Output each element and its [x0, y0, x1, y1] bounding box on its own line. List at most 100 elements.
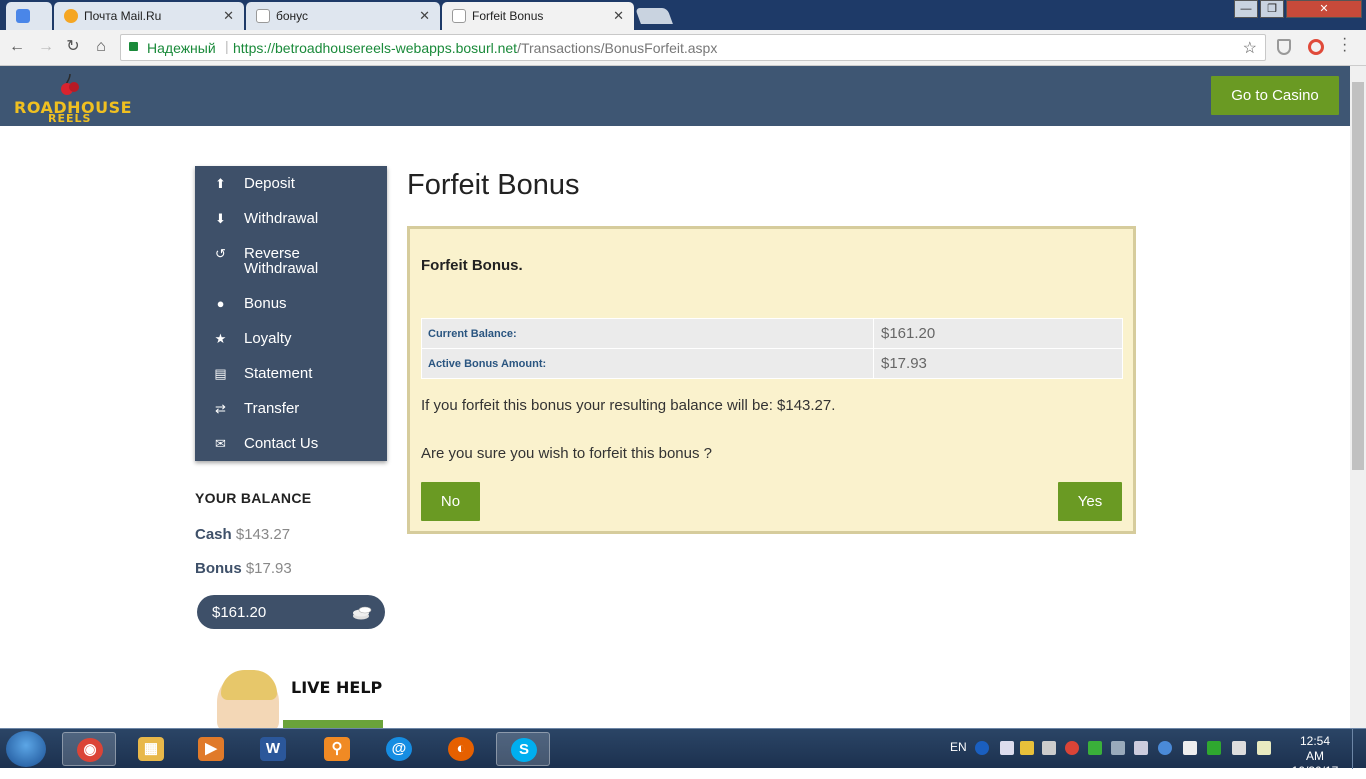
sidebar-item-label: Bonus: [244, 295, 287, 312]
total-balance-value: $161.20: [212, 604, 267, 621]
coins-icon: [353, 606, 372, 620]
sidebar-item-loyalty[interactable]: ★ Loyalty: [195, 321, 387, 356]
chrome-tray-icon[interactable]: [1065, 741, 1079, 755]
live-help-banner[interactable]: LIVE HELP: [213, 670, 383, 728]
close-tab-icon[interactable]: ✕: [419, 8, 430, 24]
taskbar-app-word[interactable]: W: [246, 732, 300, 766]
divider: |: [225, 38, 229, 54]
remote-icon[interactable]: [1134, 741, 1148, 755]
bonus-value: $17.93: [245, 560, 292, 577]
support-agent-hair: [221, 670, 277, 700]
lock-icon: [129, 42, 138, 51]
new-tab-button[interactable]: [635, 8, 673, 24]
live-help-label: LIVE HELP: [291, 678, 383, 697]
close-tab-icon[interactable]: ✕: [613, 8, 624, 24]
help-icon[interactable]: [975, 741, 989, 755]
piggy-bank-icon: ⬆: [215, 176, 226, 191]
language-indicator[interactable]: EN: [950, 740, 967, 754]
total-balance-pill[interactable]: $161.20: [197, 595, 385, 629]
minimize-button[interactable]: —: [1234, 0, 1258, 18]
document-icon: ▤: [214, 366, 227, 381]
sidebar-item-label: Contact Us: [244, 435, 319, 452]
forward-arrow-icon[interactable]: →: [36, 37, 56, 57]
browser-toolbar: ← → ↻ ⌂ Надежный | https://betroadhouser…: [0, 30, 1366, 66]
show-desktop-button[interactable]: [1352, 729, 1366, 769]
live-help-button[interactable]: [283, 720, 383, 728]
sidebar-item-deposit[interactable]: ⬆ Deposit: [195, 166, 387, 201]
tab-title: Forfeit Bonus: [472, 9, 544, 23]
account-sidebar-nav: ⬆ Deposit ⬇ Withdrawal ↺ Reverse Withdra…: [195, 166, 387, 461]
taskbar-app-firefox[interactable]: ◐: [434, 732, 488, 766]
chrome-icon: ◉: [77, 738, 103, 762]
piggy-bank-icon: ⬇: [215, 211, 226, 226]
tab-mailru[interactable]: Почта Mail.Ru ✕: [54, 2, 244, 30]
taskbar-app-media-player[interactable]: ▶: [184, 732, 238, 766]
file-explorer-icon: ▦: [138, 737, 164, 761]
target-extension-icon[interactable]: [1308, 39, 1324, 55]
transfer-arrows-icon: ⇄: [215, 401, 226, 416]
no-button[interactable]: No: [421, 482, 480, 521]
scrollbar-thumb[interactable]: [1352, 82, 1364, 470]
clock-time: 12:54 AM: [1299, 734, 1331, 763]
yes-button[interactable]: Yes: [1058, 482, 1122, 521]
taskbar-app-search[interactable]: ⚲: [310, 732, 364, 766]
taskbar-app-mail-agent[interactable]: @: [372, 732, 426, 766]
download-arrow-icon[interactable]: [1088, 741, 1102, 755]
usb-icon[interactable]: [1042, 741, 1056, 755]
cherry-logo-icon: [61, 73, 79, 95]
sidebar-item-bonus[interactable]: ● Bonus: [195, 286, 387, 321]
warning-icon[interactable]: [1020, 741, 1034, 755]
sidebar-item-reverse-withdrawal[interactable]: ↺ Reverse Withdrawal: [195, 236, 387, 286]
taskbar-app-explorer[interactable]: ▦: [124, 732, 178, 766]
globe-icon[interactable]: [1158, 741, 1172, 755]
page-icon: [256, 9, 270, 23]
page-icon: [452, 9, 466, 23]
your-balance-heading: YOUR BALANCE: [195, 490, 312, 506]
logo-subtext[interactable]: REELS: [48, 112, 91, 125]
sidebar-item-contact-us[interactable]: ✉ Contact Us: [195, 426, 387, 461]
media-player-icon: ▶: [198, 737, 224, 761]
tab-translate[interactable]: [6, 2, 52, 30]
menu-kebab-icon[interactable]: · · ·: [1342, 31, 1347, 59]
sidebar-item-transfer[interactable]: ⇄ Transfer: [195, 391, 387, 426]
table-row: Current Balance: $161.20: [421, 318, 1123, 349]
go-to-casino-button[interactable]: Go to Casino: [1211, 76, 1339, 115]
cash-label: Cash: [195, 526, 232, 543]
clock-date: 10/30/17: [1291, 764, 1339, 778]
word-icon: W: [260, 737, 286, 761]
reload-icon[interactable]: ↻: [63, 37, 83, 57]
page-title: Forfeit Bonus: [407, 169, 580, 201]
home-icon[interactable]: ⌂: [91, 37, 111, 57]
action-center-flag-icon[interactable]: [1183, 741, 1197, 755]
active-bonus-value: $17.93: [873, 348, 1123, 379]
sidebar-item-withdrawal[interactable]: ⬇ Withdrawal: [195, 201, 387, 236]
signal-bars-icon[interactable]: [1232, 741, 1246, 755]
mail-agent-icon: @: [386, 737, 412, 761]
device-icon[interactable]: [1111, 741, 1125, 755]
google-translate-icon: [16, 9, 30, 23]
taskbar-clock[interactable]: 12:54 AM 10/30/17: [1290, 734, 1340, 779]
tab-forfeit-bonus[interactable]: Forfeit Bonus ✕: [442, 2, 634, 30]
close-window-button[interactable]: ✕: [1286, 0, 1362, 18]
bonus-label: Bonus: [195, 560, 242, 577]
tab-bonus[interactable]: бонус ✕: [246, 2, 440, 30]
security-label: Надежный: [147, 40, 216, 56]
sidebar-item-statement[interactable]: ▤ Statement: [195, 356, 387, 391]
table-row: Active Bonus Amount: $17.93: [421, 348, 1123, 379]
url-host: https://betroadhousereels-webapps.bosurl…: [233, 40, 518, 56]
taskbar-app-skype[interactable]: S: [496, 732, 550, 766]
address-bar[interactable]: Надежный | https://betroadhousereels-web…: [120, 34, 1266, 61]
check-shield-icon[interactable]: [1207, 741, 1221, 755]
notification-icon[interactable]: [1257, 741, 1271, 755]
shield-extension-icon[interactable]: [1277, 39, 1291, 55]
sidebar-item-label: Loyalty: [244, 330, 292, 347]
maximize-button[interactable]: ❐: [1260, 0, 1284, 18]
start-button[interactable]: [6, 731, 46, 767]
bookmark-star-icon[interactable]: ☆: [1243, 38, 1257, 58]
tab-title: бонус: [276, 9, 309, 23]
current-balance-label: Current Balance:: [421, 318, 874, 349]
taskbar-app-chrome[interactable]: ◉: [62, 732, 116, 766]
close-tab-icon[interactable]: ✕: [223, 8, 234, 24]
network-share-icon[interactable]: [1000, 741, 1014, 755]
back-arrow-icon[interactable]: ←: [7, 37, 27, 57]
